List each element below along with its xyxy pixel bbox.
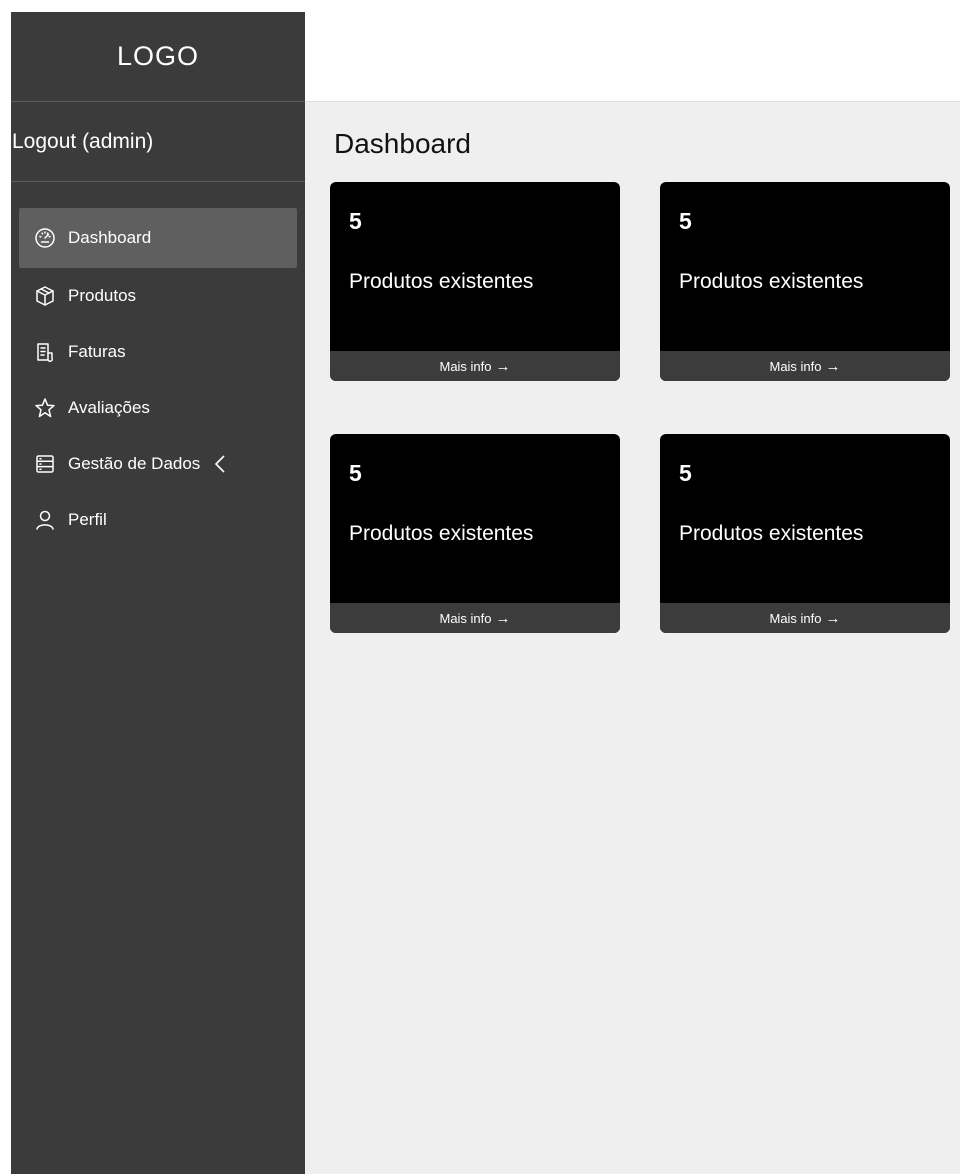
stat-card: 5 Produtos existentes Mais info → — [330, 434, 620, 633]
sidebar-nav: Dashboard Produtos Faturas Avaliações Ge… — [11, 182, 305, 548]
box-icon — [32, 283, 58, 309]
more-info-label: Mais info — [439, 358, 492, 374]
stat-label: Produtos existentes — [679, 270, 864, 293]
stat-card: 5 Produtos existentes Mais info → — [660, 434, 950, 633]
sidebar: LOGO Logout (admin) Dashboard Produtos F… — [11, 12, 305, 1174]
more-info-label: Mais info — [769, 358, 822, 374]
main-content: Dashboard 5 Produtos existentes Mais inf… — [305, 102, 960, 1174]
chevron-left-icon[interactable] — [212, 453, 228, 475]
database-icon — [32, 451, 58, 477]
invoice-icon — [32, 339, 58, 365]
arrow-right-icon: → — [825, 609, 841, 627]
sidebar-item-label: Dashboard — [68, 228, 152, 247]
sidebar-item-gestao-de-dados[interactable]: Gestão de Dados — [19, 436, 297, 492]
more-info-link[interactable]: Mais info → — [660, 603, 950, 633]
sidebar-item-label: Produtos — [68, 286, 137, 305]
top-bar — [305, 12, 960, 102]
stat-count: 5 — [349, 460, 362, 486]
arrow-right-icon: → — [495, 609, 511, 627]
more-info-link[interactable]: Mais info → — [330, 603, 620, 633]
stat-label: Produtos existentes — [679, 522, 864, 545]
stat-count: 5 — [679, 208, 692, 234]
stat-card: 5 Produtos existentes Mais info → — [330, 182, 620, 381]
arrow-right-icon: → — [825, 357, 841, 375]
logo[interactable]: LOGO — [11, 12, 305, 102]
sidebar-item-label: Avaliações — [68, 398, 150, 417]
more-info-link[interactable]: Mais info → — [330, 351, 620, 381]
more-info-label: Mais info — [439, 610, 492, 626]
arrow-right-icon: → — [495, 357, 511, 375]
sidebar-item-dashboard[interactable]: Dashboard — [19, 208, 297, 268]
stat-count: 5 — [349, 208, 362, 234]
more-info-label: Mais info — [769, 610, 822, 626]
more-info-link[interactable]: Mais info → — [660, 351, 950, 381]
sidebar-item-label: Perfil — [68, 510, 107, 529]
stat-card: 5 Produtos existentes Mais info → — [660, 182, 950, 381]
sidebar-item-avaliacoes[interactable]: Avaliações — [19, 380, 297, 436]
stat-label: Produtos existentes — [349, 270, 534, 293]
star-icon — [32, 395, 58, 421]
sidebar-item-label: Faturas — [68, 342, 126, 361]
sidebar-item-produtos[interactable]: Produtos — [19, 268, 297, 324]
stat-count: 5 — [679, 460, 692, 486]
stat-label: Produtos existentes — [349, 522, 534, 545]
sidebar-item-label: Gestão de Dados — [68, 454, 201, 473]
dashboard-gauge-icon — [32, 225, 58, 251]
sidebar-item-faturas[interactable]: Faturas — [19, 324, 297, 380]
page-title: Dashboard — [334, 128, 471, 159]
user-icon — [32, 507, 58, 533]
logout-link[interactable]: Logout (admin) — [11, 102, 305, 182]
sidebar-item-perfil[interactable]: Perfil — [19, 492, 297, 548]
